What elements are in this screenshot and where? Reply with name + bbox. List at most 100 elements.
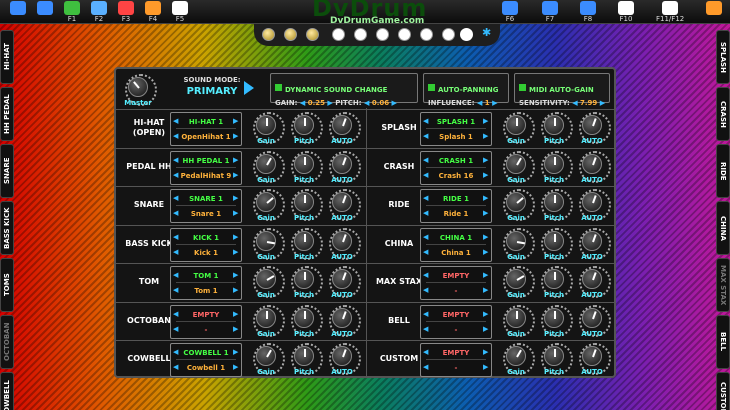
- pitch-knob[interactable]: [291, 304, 323, 337]
- sound-sample[interactable]: -: [426, 324, 486, 337]
- gain-knob[interactable]: [253, 150, 285, 183]
- left-tab[interactable]: OCTOBAN: [0, 315, 14, 369]
- gain-inc-arrow-icon[interactable]: ▶: [327, 99, 332, 107]
- page-dot[interactable]: [442, 28, 455, 41]
- left-tab[interactable]: HH PEDAL: [0, 87, 14, 141]
- auto-knob[interactable]: [329, 150, 361, 183]
- right-tab[interactable]: MAX STAX: [716, 258, 730, 312]
- sound-mode-value[interactable]: PRIMARY: [178, 86, 246, 97]
- pitch-knob[interactable]: [541, 112, 573, 144]
- xt-button[interactable]: F3: [112, 1, 140, 23]
- sound-sample[interactable]: Cowbell 1: [176, 362, 236, 375]
- sample-next-arrow-icon[interactable]: ▶: [233, 132, 238, 140]
- record-button[interactable]: F8: [574, 1, 602, 23]
- page-dot-active[interactable]: [460, 28, 473, 41]
- sound-sample[interactable]: Crash 16: [426, 170, 486, 183]
- sound-sample[interactable]: Ride 1: [426, 208, 486, 221]
- category-next-arrow-icon[interactable]: ▶: [233, 310, 238, 318]
- sound-category[interactable]: TOM 1: [176, 270, 236, 283]
- page-dot[interactable]: [332, 28, 345, 41]
- sound-sample[interactable]: -: [176, 324, 236, 337]
- gain-knob[interactable]: [253, 112, 285, 144]
- sample-next-arrow-icon[interactable]: ▶: [233, 363, 238, 371]
- influence-inc-arrow-icon[interactable]: ▶: [492, 99, 497, 107]
- gain-dec-arrow-icon[interactable]: ◀: [300, 99, 305, 107]
- category-next-arrow-icon[interactable]: ▶: [233, 194, 238, 202]
- right-tab[interactable]: CRASH: [716, 87, 730, 141]
- auto-knob[interactable]: [329, 112, 361, 144]
- sample-next-arrow-icon[interactable]: ▶: [483, 171, 488, 179]
- left-tab[interactable]: TOMS: [0, 258, 14, 312]
- sample-next-arrow-icon[interactable]: ▶: [483, 209, 488, 217]
- gain-knob[interactable]: [253, 343, 285, 375]
- sound-sample[interactable]: -: [426, 285, 486, 298]
- sound-category[interactable]: SPLASH 1: [426, 116, 486, 129]
- page-dot[interactable]: [398, 28, 411, 41]
- sound-sample[interactable]: -: [426, 362, 486, 375]
- fullscreen-button[interactable]: F11/F12: [656, 1, 684, 23]
- category-next-arrow-icon[interactable]: ▶: [483, 348, 488, 356]
- sample-next-arrow-icon[interactable]: ▶: [483, 248, 488, 256]
- sound-sample[interactable]: PedalHihat 9: [176, 170, 236, 183]
- page-dot[interactable]: [284, 28, 297, 41]
- sound-category[interactable]: EMPTY: [426, 309, 486, 322]
- sample-next-arrow-icon[interactable]: ▶: [483, 286, 488, 294]
- sensitivity-dec-arrow-icon[interactable]: ◀: [572, 99, 577, 107]
- auto-knob[interactable]: [579, 227, 611, 260]
- category-next-arrow-icon[interactable]: ▶: [483, 156, 488, 164]
- auto-knob[interactable]: [579, 189, 611, 221]
- sound-category[interactable]: KICK 1: [176, 232, 236, 245]
- metronome-button[interactable]: F5: [166, 1, 194, 23]
- pitch-inc-arrow-icon[interactable]: ▶: [392, 99, 397, 107]
- sample-next-arrow-icon[interactable]: ▶: [483, 325, 488, 333]
- sound-category[interactable]: HH PEDAL 1: [176, 155, 236, 168]
- pitch-knob[interactable]: [541, 304, 573, 337]
- gain-knob[interactable]: [253, 304, 285, 337]
- sample-next-arrow-icon[interactable]: ▶: [233, 248, 238, 256]
- pitch-knob[interactable]: [541, 227, 573, 260]
- auto-knob[interactable]: [579, 150, 611, 183]
- gain-knob[interactable]: [253, 227, 285, 260]
- category-next-arrow-icon[interactable]: ▶: [483, 194, 488, 202]
- exit-button[interactable]: [700, 1, 728, 23]
- sound-category[interactable]: EMPTY: [426, 270, 486, 283]
- pitch-knob[interactable]: [291, 150, 323, 183]
- sound-category[interactable]: EMPTY: [426, 347, 486, 360]
- sample-next-arrow-icon[interactable]: ▶: [233, 209, 238, 217]
- page-dot[interactable]: [420, 28, 433, 41]
- kit-button[interactable]: F1: [58, 1, 86, 23]
- category-next-arrow-icon[interactable]: ▶: [483, 271, 488, 279]
- sound-category[interactable]: CRASH 1: [426, 155, 486, 168]
- pitch-dec-arrow-icon[interactable]: ◀: [364, 99, 369, 107]
- left-tab[interactable]: HI-HAT: [0, 30, 14, 84]
- right-tab[interactable]: CHINA: [716, 201, 730, 255]
- back-button[interactable]: [4, 1, 32, 23]
- gain-knob[interactable]: [253, 189, 285, 221]
- save-button[interactable]: [31, 1, 59, 23]
- category-next-arrow-icon[interactable]: ▶: [233, 271, 238, 279]
- auto-knob[interactable]: [579, 343, 611, 375]
- gain-knob[interactable]: [503, 112, 535, 144]
- sound-sample[interactable]: Snare 1: [176, 208, 236, 221]
- pitch-knob[interactable]: [541, 343, 573, 375]
- sound-category[interactable]: HI-HAT 1: [176, 116, 236, 129]
- sound-sample[interactable]: OpenHihat 1: [176, 131, 236, 144]
- category-next-arrow-icon[interactable]: ▶: [483, 117, 488, 125]
- right-tab[interactable]: RIDE: [716, 144, 730, 198]
- page-dot[interactable]: [376, 28, 389, 41]
- sample-next-arrow-icon[interactable]: ▶: [483, 132, 488, 140]
- autopan-checkbox[interactable]: [428, 84, 435, 91]
- master-volume-knob[interactable]: [125, 74, 157, 106]
- gain-knob[interactable]: [253, 266, 285, 298]
- auto-knob[interactable]: [329, 266, 361, 298]
- sample-next-arrow-icon[interactable]: ▶: [233, 286, 238, 294]
- sound-mode-next-arrow-icon[interactable]: [244, 81, 254, 95]
- auto-knob[interactable]: [329, 189, 361, 221]
- sound-category[interactable]: EMPTY: [176, 309, 236, 322]
- pitch-knob[interactable]: [291, 112, 323, 144]
- auto-knob[interactable]: [329, 304, 361, 337]
- category-next-arrow-icon[interactable]: ▶: [233, 156, 238, 164]
- page-dot[interactable]: [354, 28, 367, 41]
- dynamic-checkbox[interactable]: [275, 84, 282, 91]
- pitch-knob[interactable]: [291, 189, 323, 221]
